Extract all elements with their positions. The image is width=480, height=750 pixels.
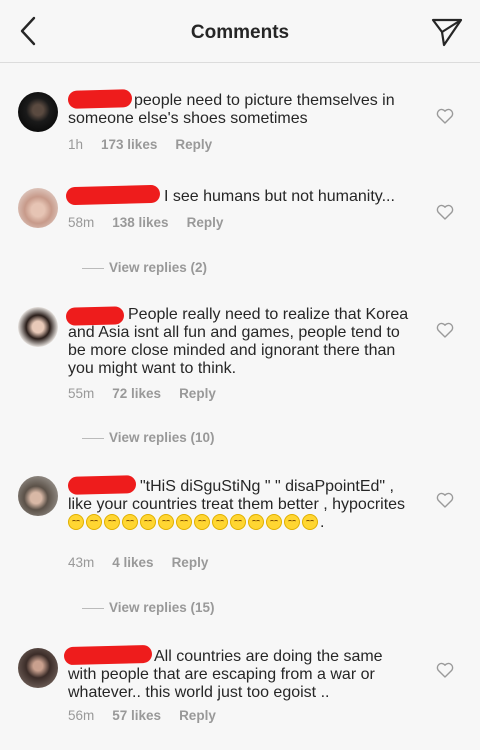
comment-time: 55m [68, 386, 95, 401]
view-replies-button[interactable]: View replies (10) [82, 430, 215, 445]
avatar[interactable] [18, 188, 58, 228]
grinning-emoji-icon [158, 514, 174, 530]
grinning-emoji-icon [284, 514, 300, 530]
grinning-emoji-icon [302, 514, 318, 530]
heart-icon[interactable] [436, 492, 454, 508]
heart-icon[interactable] [436, 662, 454, 678]
grinning-emoji-icon [104, 514, 120, 530]
comment-time: 1h [68, 137, 84, 152]
reply-button[interactable]: Reply [179, 708, 216, 723]
likes-count[interactable]: 4 likes [112, 555, 153, 570]
reply-button[interactable]: Reply [187, 215, 224, 230]
grinning-emoji-icon [230, 514, 246, 530]
comment-meta: 56m 57 likes Reply [68, 708, 234, 723]
emoji-sequence [68, 514, 320, 531]
heart-icon[interactable] [436, 108, 454, 124]
grinning-emoji-icon [140, 514, 156, 530]
likes-count[interactable]: 57 likes [112, 708, 161, 723]
avatar[interactable] [18, 648, 58, 688]
grinning-emoji-icon [266, 514, 282, 530]
comment-meta: 43m 4 likes Reply [68, 555, 226, 570]
grinning-emoji-icon [68, 514, 84, 530]
reply-button[interactable]: Reply [179, 386, 216, 401]
reply-button[interactable]: Reply [175, 137, 212, 152]
grinning-emoji-icon [248, 514, 264, 530]
comment-meta: 55m 72 likes Reply [68, 386, 234, 401]
grinning-emoji-icon [176, 514, 192, 530]
grinning-emoji-icon [122, 514, 138, 530]
send-icon[interactable] [430, 16, 464, 48]
likes-count[interactable]: 173 likes [101, 137, 157, 152]
grinning-emoji-icon [86, 514, 102, 530]
comment-time: 43m [68, 555, 95, 570]
heart-icon[interactable] [436, 204, 454, 220]
comment-text: All countries are doing the same with pe… [68, 648, 383, 701]
comment-time: 56m [68, 708, 95, 723]
grinning-emoji-icon [194, 514, 210, 530]
grinning-emoji-icon [212, 514, 228, 530]
avatar[interactable] [18, 307, 58, 347]
avatar[interactable] [18, 92, 58, 132]
comment-text: people need to picture themselves in som… [68, 92, 395, 127]
view-replies-button[interactable]: View replies (2) [82, 260, 207, 275]
view-replies-button[interactable]: View replies (15) [82, 600, 215, 615]
reply-button[interactable]: Reply [172, 555, 209, 570]
header-bar: Comments [0, 0, 480, 63]
comment-meta: 58m 138 likes Reply [68, 215, 241, 230]
comment-meta: 1h 173 likes Reply [68, 137, 230, 152]
avatar[interactable] [18, 476, 58, 516]
comment-text: I see humans but not humanity... [164, 188, 395, 205]
comment-text: "tHiS diSguStiNg " " disaPpointEd" , lik… [68, 478, 406, 531]
comment-text: People really need to realize that Korea… [68, 306, 409, 377]
comment-time: 58m [68, 215, 95, 230]
likes-count[interactable]: 138 likes [112, 215, 168, 230]
likes-count[interactable]: 72 likes [112, 386, 161, 401]
heart-icon[interactable] [436, 322, 454, 338]
page-title: Comments [190, 22, 290, 43]
